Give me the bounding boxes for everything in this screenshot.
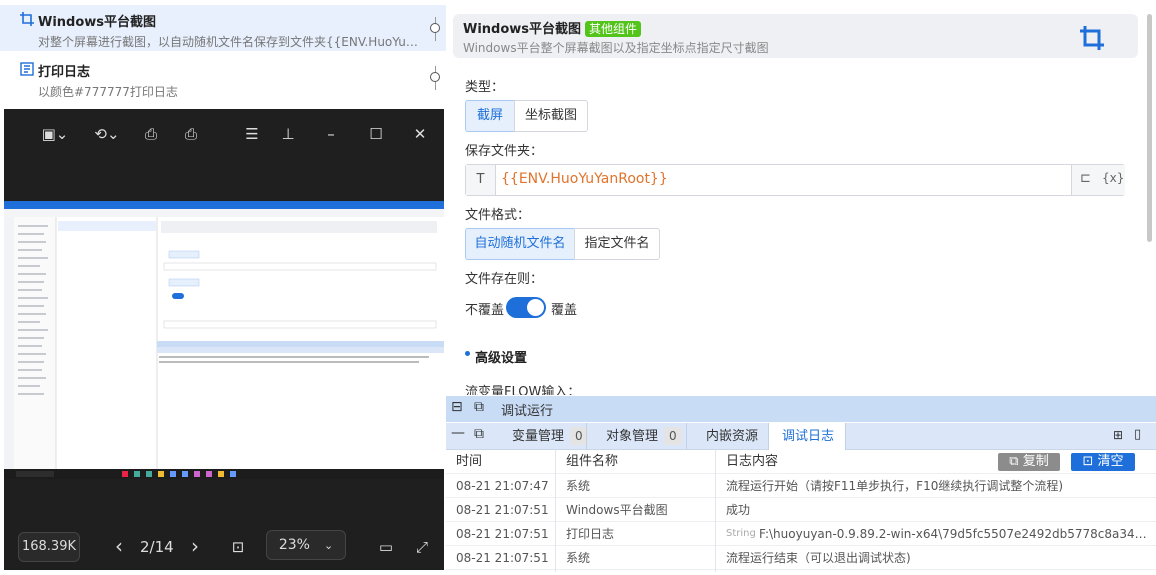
rotate-icon[interactable]: ⟲⌄: [92, 123, 122, 145]
type-option-coord[interactable]: 坐标截图: [514, 100, 588, 132]
file-size: 168.39K: [18, 532, 80, 562]
col-time: 时间: [456, 454, 483, 469]
window-icon[interactable]: ⧉: [474, 426, 484, 442]
bullet: [465, 351, 470, 356]
tab-objects[interactable]: 对象管理 0: [606, 423, 682, 450]
col-content: 日志内容: [726, 454, 779, 469]
folder-actions: ⊏ {x}: [1071, 165, 1125, 195]
step-desc: 对整个屏幕进行截图，以自动随机文件名保存到文件夹{{ENV.HuoYuY...: [38, 35, 418, 49]
debug-title: 调试运行: [501, 404, 554, 419]
format-option-named[interactable]: 指定文件名: [574, 228, 660, 260]
chevron-down-icon: ⌄: [323, 539, 334, 552]
mobile-icon[interactable]: ▯: [1134, 427, 1141, 442]
menu-icon[interactable]: ☰: [241, 123, 263, 145]
type-option-screen[interactable]: 截屏: [465, 100, 515, 132]
actual-size-icon[interactable]: ⊡: [227, 536, 249, 558]
window-icon[interactable]: ⧉: [474, 399, 484, 415]
prev-icon[interactable]: ‹: [108, 535, 130, 557]
crop-icon: [20, 12, 34, 26]
component-subtitle: Windows平台整个屏幕截图以及指定坐标点指定尺寸截图: [463, 41, 769, 55]
tab-resources[interactable]: 内嵌资源: [706, 423, 758, 450]
image-edit-icon[interactable]: ▣⌄: [40, 123, 70, 145]
screenshot-preview: [4, 201, 444, 479]
flow-step-screenshot[interactable]: Windows平台截图 对整个屏幕进行截图，以自动随机文件名保存到文件夹{{EN…: [0, 5, 446, 51]
connector-dot[interactable]: [430, 23, 440, 33]
exists-label: 文件存在则：: [465, 272, 544, 287]
minimize-icon[interactable]: –: [320, 123, 342, 145]
tab-variables[interactable]: 变量管理 0: [512, 423, 588, 450]
component-header: Windows平台截图 其他组件 Windows平台整个屏幕截图以及指定坐标点指定…: [453, 14, 1138, 58]
format-label: 文件格式：: [465, 208, 531, 223]
step-title: 打印日志: [38, 65, 91, 80]
folder-input[interactable]: T {{ENV.HuoYuYanRoot}} ⊏ {x}: [465, 164, 1125, 196]
col-component: 组件名称: [566, 454, 619, 469]
category-tag: 其他组件: [585, 21, 642, 37]
variable-icon[interactable]: {x}: [1102, 171, 1124, 185]
type-label: 类型：: [465, 80, 505, 95]
table-row: 08-21 21:07:47 系统 流程运行开始（请按F11单步执行，F10继续…: [446, 474, 1156, 498]
table-row: 08-21 21:07:51 打印日志 String F:\huoyuyan-0…: [446, 522, 1156, 546]
folder-icon[interactable]: ⊏: [1080, 171, 1091, 186]
zoom-value: 23%: [278, 537, 310, 553]
print-icon[interactable]: ⎙: [140, 123, 162, 145]
debug-bar: ⊟ ⧉ 调试运行: [446, 396, 1156, 422]
scrollbar[interactable]: [1147, 14, 1152, 242]
component-title: Windows平台截图 其他组件: [463, 18, 642, 37]
split-view-icon[interactable]: ⊟: [451, 399, 463, 415]
copy-button[interactable]: ⧉ 复制: [998, 453, 1060, 471]
close-icon[interactable]: ✕: [409, 123, 431, 145]
crop-icon: [1078, 24, 1106, 56]
maximize-icon[interactable]: ☐: [365, 123, 387, 145]
debug-tabs: — ⧉ 变量管理 0 对象管理 0 内嵌资源 调试日志 ⊞ ▯: [446, 423, 1156, 450]
zoom-select[interactable]: 23% ⌄: [266, 530, 346, 560]
toggle-off-label: 不覆盖: [465, 303, 505, 318]
type-prefix: T: [466, 165, 496, 195]
fullscreen-icon[interactable]: ⤢: [411, 536, 433, 558]
layout-icon[interactable]: ▭: [375, 536, 397, 558]
flow-step-print-log[interactable]: 打印日志 以颜色#777777打印日志: [0, 55, 446, 101]
table-row: 08-21 21:07:51 Windows平台截图 成功: [446, 498, 1156, 522]
collapse-icon[interactable]: —: [451, 425, 465, 441]
advanced-settings[interactable]: 高级设置: [475, 347, 527, 366]
step-desc: 以颜色#777777打印日志: [38, 85, 178, 99]
log-icon: [20, 62, 34, 76]
folder-label: 保存文件夹：: [465, 144, 544, 159]
windows-icon[interactable]: ⊞: [1113, 428, 1123, 442]
clear-button[interactable]: ⊡ 清空: [1071, 453, 1135, 471]
format-option-random[interactable]: 自动随机文件名: [465, 228, 575, 260]
pin-icon[interactable]: ⊥: [277, 123, 299, 145]
table-row: 08-21 21:07:51 系统 流程运行结束（可以退出调试状态): [446, 546, 1156, 570]
overwrite-toggle[interactable]: [506, 297, 546, 318]
connector-dot[interactable]: [430, 72, 440, 82]
value-type: String: [726, 528, 756, 539]
next-icon[interactable]: ›: [184, 535, 206, 557]
folder-value: {{ENV.HuoYuYanRoot}}: [501, 171, 668, 187]
tab-debug-log[interactable]: 调试日志: [782, 423, 834, 450]
print-settings-icon[interactable]: ⎙: [180, 123, 202, 145]
image-viewer-window[interactable]: ▣⌄ ⟲⌄ ⎙ ⎙ ☰ ⊥ – ☐ ✕ 168.39K ‹ 2/14 › ⊡ 2…: [4, 109, 444, 570]
toggle-on-label: 覆盖: [551, 303, 578, 318]
page-indicator: 2/14: [140, 538, 174, 556]
step-title: Windows平台截图: [38, 15, 157, 30]
flow-input-label: 流变量FLOW输入：: [465, 385, 581, 395]
